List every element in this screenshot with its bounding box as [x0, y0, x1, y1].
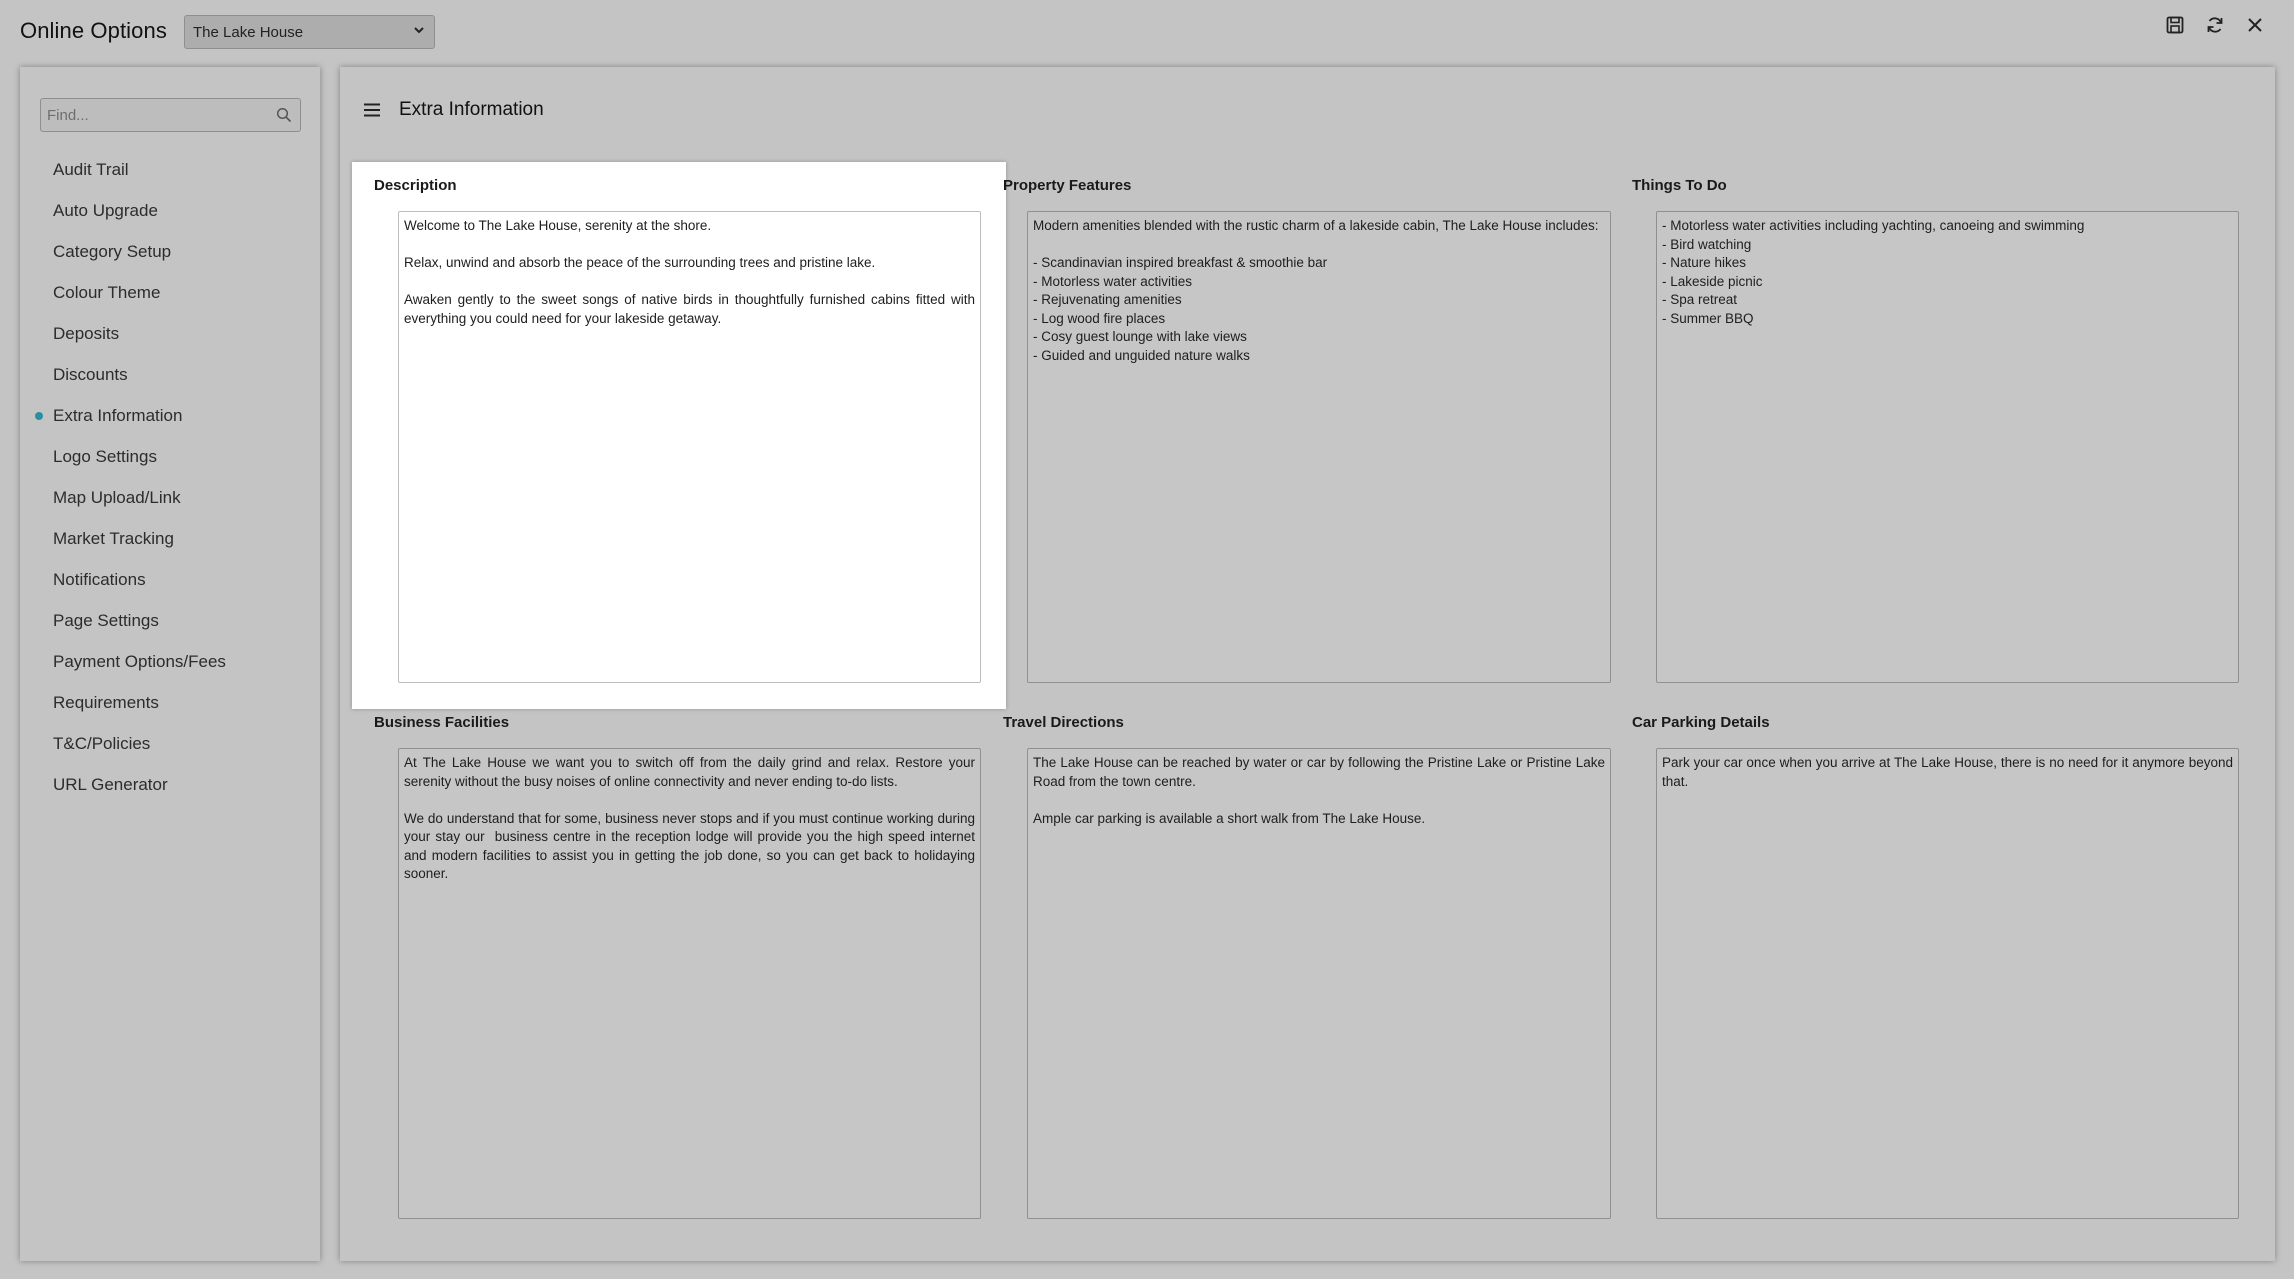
description-textarea[interactable]: Welcome to The Lake House, serenity at t… [398, 211, 981, 683]
sidebar-item-label: Page Settings [53, 611, 159, 630]
sidebar-item-auto-upgrade[interactable]: Auto Upgrade [20, 190, 320, 231]
sidebar-item-requirements[interactable]: Requirements [20, 682, 320, 723]
sidebar-item-discounts[interactable]: Discounts [20, 354, 320, 395]
main-panel: Extra Information Description Welcome to… [340, 67, 2275, 1261]
car-parking-textarea[interactable]: Park your car once when you arrive at Th… [1656, 748, 2239, 1219]
active-indicator-dot [35, 412, 43, 420]
sidebar-item-label: URL Generator [53, 775, 168, 794]
sidebar-item-label: Market Tracking [53, 529, 174, 548]
main-header: Extra Information [364, 99, 544, 121]
property-select[interactable]: The Lake House [184, 15, 435, 49]
sidebar-item-label: Requirements [53, 693, 159, 712]
search-icon[interactable] [276, 107, 292, 123]
sidebar-item-category-setup[interactable]: Category Setup [20, 231, 320, 272]
app-title: Online Options [20, 18, 167, 43]
sidebar-item-label: Extra Information [53, 406, 183, 425]
sidebar-item-audit-trail[interactable]: Audit Trail [20, 149, 320, 190]
description-label: Description [374, 177, 457, 194]
sidebar-item-market-tracking[interactable]: Market Tracking [20, 518, 320, 559]
sidebar-item-tc-policies[interactable]: T&C/Policies [20, 723, 320, 764]
sidebar-item-label: Discounts [53, 365, 128, 384]
sidebar-item-label: Auto Upgrade [53, 201, 158, 220]
page-title: Extra Information [399, 99, 544, 120]
car-parking-label: Car Parking Details [1632, 714, 1770, 731]
sidebar-item-extra-information[interactable]: Extra Information [20, 395, 320, 436]
save-icon[interactable] [2164, 14, 2186, 36]
business-facilities-label: Business Facilities [374, 714, 510, 731]
sidebar-item-payment-options-fees[interactable]: Payment Options/Fees [20, 641, 320, 682]
sidebar-item-label: Colour Theme [53, 283, 161, 302]
sidebar-item-label: Payment Options/Fees [53, 652, 226, 671]
sidebar-item-page-settings[interactable]: Page Settings [20, 600, 320, 641]
sidebar-item-label: Map Upload/Link [53, 488, 181, 507]
sidebar-item-map-upload-link[interactable]: Map Upload/Link [20, 477, 320, 518]
business-facilities-textarea[interactable]: At The Lake House we want you to switch … [398, 748, 981, 1219]
sidebar-item-notifications[interactable]: Notifications [20, 559, 320, 600]
sidebar-nav: Audit Trail Auto Upgrade Category Setup … [20, 149, 320, 805]
chevron-down-icon [414, 27, 424, 34]
top-bar: Online Options The Lake House [0, 0, 2294, 66]
sidebar: Audit Trail Auto Upgrade Category Setup … [20, 67, 320, 1261]
search-box [40, 98, 301, 132]
property-features-label: Property Features [1003, 177, 1132, 194]
description-card: Description Welcome to The Lake House, s… [352, 162, 1006, 709]
sidebar-item-colour-theme[interactable]: Colour Theme [20, 272, 320, 313]
sidebar-item-label: Deposits [53, 324, 120, 343]
search-input[interactable] [41, 99, 261, 131]
property-select-value: The Lake House [193, 24, 304, 41]
sidebar-item-logo-settings[interactable]: Logo Settings [20, 436, 320, 477]
things-to-do-label: Things To Do [1632, 177, 1727, 194]
sidebar-item-label: Category Setup [53, 242, 172, 261]
sidebar-item-label: Logo Settings [53, 447, 157, 466]
close-icon[interactable] [2244, 14, 2266, 36]
sidebar-item-label: T&C/Policies [53, 734, 151, 753]
travel-directions-textarea[interactable]: The Lake House can be reached by water o… [1027, 748, 1611, 1219]
sidebar-item-label: Audit Trail [53, 160, 129, 179]
travel-directions-label: Travel Directions [1003, 714, 1124, 731]
refresh-icon[interactable] [2204, 14, 2226, 36]
sidebar-item-url-generator[interactable]: URL Generator [20, 764, 320, 805]
hamburger-menu-icon[interactable] [364, 103, 380, 117]
property-features-textarea[interactable]: Modern amenities blended with the rustic… [1027, 211, 1611, 683]
sidebar-item-deposits[interactable]: Deposits [20, 313, 320, 354]
things-to-do-textarea[interactable]: - Motorless water activities including y… [1656, 211, 2239, 683]
sidebar-item-label: Notifications [53, 570, 146, 589]
